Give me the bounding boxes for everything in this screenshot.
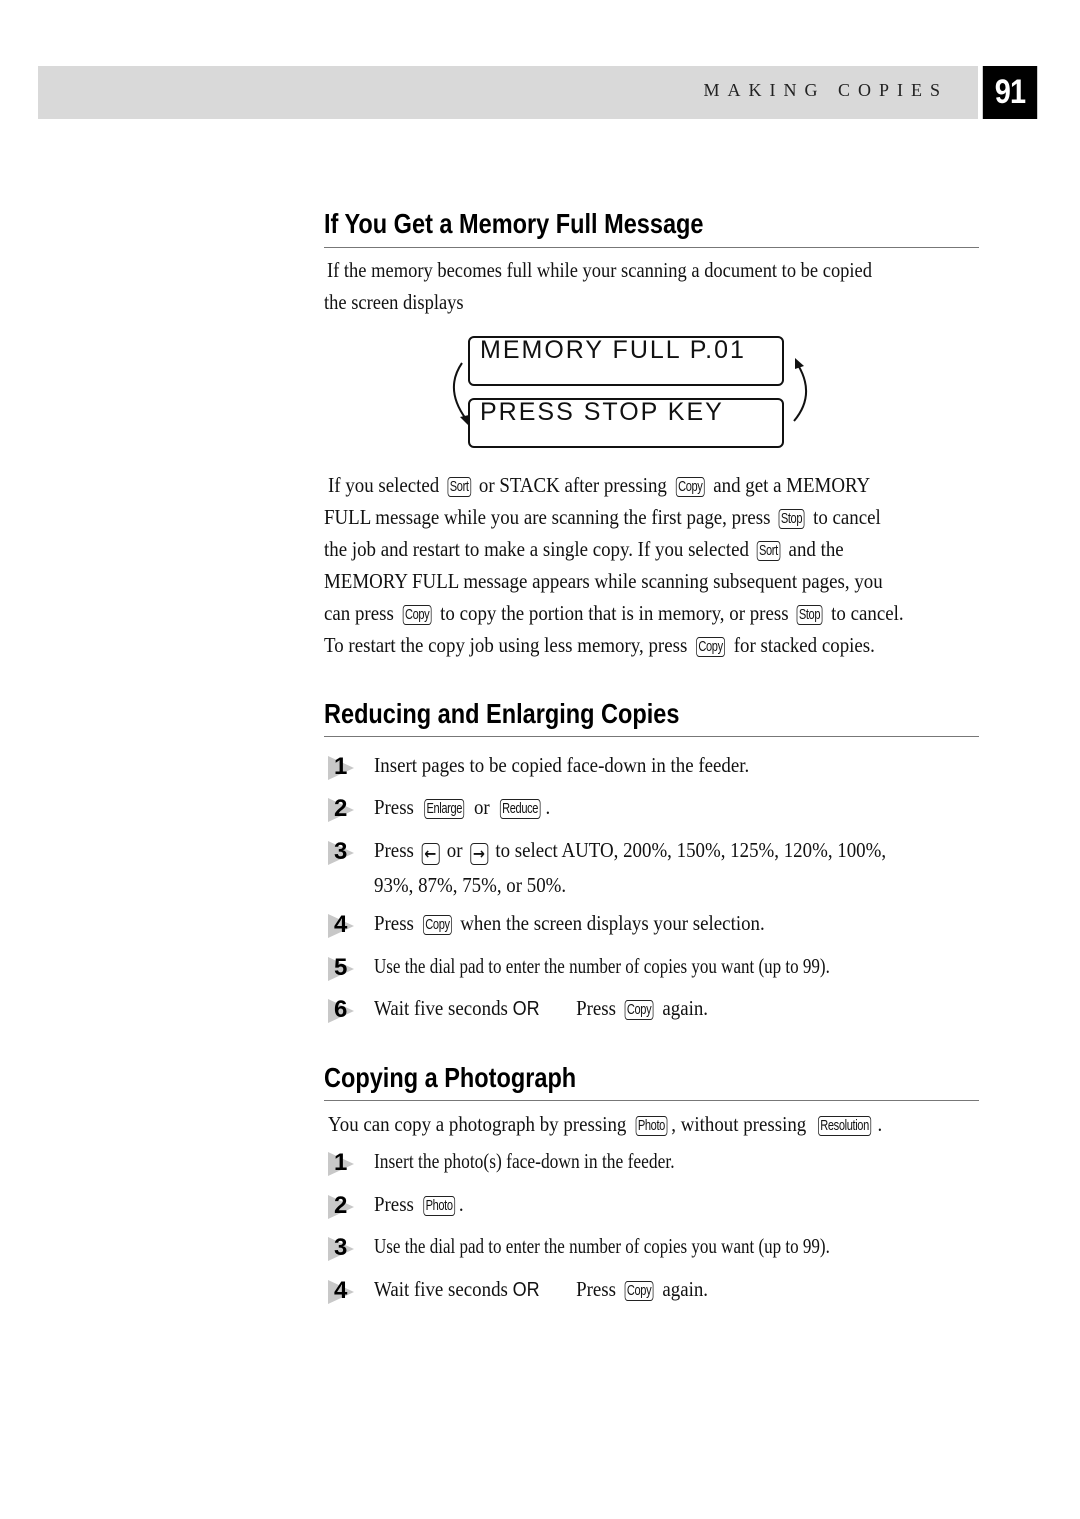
text: the job and restart to make a single cop… (324, 537, 749, 561)
step-number: 3 (334, 1234, 348, 1261)
sort-key: Sort (757, 541, 781, 561)
text: MEMORY FULL message appears while scanni… (324, 569, 883, 593)
stop-key: Stop (778, 509, 805, 529)
lcd-display-line-2: PRESS STOP KEY (468, 398, 784, 448)
step-badge: 4 (326, 1277, 356, 1305)
reduce-key: Reduce (499, 799, 541, 819)
text: again. (662, 996, 709, 1020)
copy-key: Copy (402, 605, 432, 625)
step-number: 5 (334, 954, 348, 981)
step-badge: 2 (326, 795, 356, 823)
text: You can copy a photograph by pressing (328, 1112, 627, 1136)
step-badge: 4 (326, 911, 356, 939)
lcd-text-memory-full: MEMORY FULL P.01 (480, 336, 746, 364)
step-badge: 1 (326, 753, 356, 781)
intro-line-2: the screen displays (324, 290, 464, 314)
text: . (877, 1112, 883, 1136)
memory-full-body: If you selected Sort or STACK after pres… (324, 469, 984, 661)
text: Press (374, 1192, 414, 1216)
text: again. (662, 1277, 709, 1301)
text: Press (576, 1277, 616, 1301)
text: To restart the copy job using less memor… (324, 633, 688, 657)
photo-key: Photo (635, 1116, 667, 1136)
copy-key: Copy (422, 915, 452, 935)
lcd-display-line-1: MEMORY FULL P.01 (468, 336, 784, 386)
cycle-arrow-left-icon (452, 362, 469, 425)
text: Press (374, 795, 414, 819)
photograph-intro: You can copy a photograph by pressing Ph… (324, 1108, 984, 1140)
section-title-reduce-enlarge: Reducing and Enlarging Copies (324, 698, 680, 729)
text: to cancel (813, 505, 881, 529)
text: Wait five seconds (374, 1277, 508, 1301)
text: Press (374, 911, 414, 935)
copy-key: Copy (696, 637, 725, 657)
text: or (446, 838, 463, 862)
text: to select AUTO, 200%, 150%, 125%, 120%, … (495, 838, 887, 862)
step-text: Insert the photo(s) face-down in the fee… (374, 1149, 675, 1173)
section-rule (324, 736, 979, 737)
text: to copy the portion that is in memory, o… (440, 601, 789, 625)
text: . (458, 1192, 464, 1216)
lcd-text-press-stop: PRESS STOP KEY (480, 398, 724, 426)
section-title-photograph: Copying a Photograph (324, 1062, 577, 1093)
step-badge: 2 (326, 1192, 356, 1220)
step-badge: 1 (326, 1149, 356, 1177)
or-label: OR (512, 1279, 540, 1301)
section-rule (324, 247, 979, 248)
step-number: 1 (334, 753, 348, 780)
step-number: 4 (334, 911, 348, 938)
sort-key: Sort (447, 477, 471, 497)
text: . (545, 795, 551, 819)
step-number: 2 (334, 795, 348, 822)
cycle-arrow-right-icon (793, 358, 808, 422)
text: and get a MEMORY (713, 473, 871, 497)
photo-key: Photo (422, 1196, 455, 1216)
right-arrow-key-icon: → (469, 843, 488, 865)
text: for stacked copies. (733, 633, 875, 657)
step-badge: 5 (326, 954, 356, 982)
step-text: 93%, 87%, 75%, or 50%. (374, 873, 567, 897)
step-badge: 3 (326, 1234, 356, 1262)
copy-key: Copy (675, 477, 705, 497)
text: Wait five seconds (374, 996, 508, 1020)
step-number: 6 (334, 996, 348, 1023)
memory-full-intro: If the memory becomes full while your sc… (324, 254, 984, 318)
section-title-memory-full: If You Get a Memory Full Message (324, 208, 704, 239)
text: can press (324, 601, 394, 625)
page-number: 91 (982, 66, 1038, 119)
chapter-title: MAKING COPIES (703, 80, 948, 100)
resolution-key: Resolution (817, 1116, 871, 1136)
intro-line-1: If the memory becomes full while your sc… (327, 258, 873, 282)
copy-key: Copy (624, 1000, 654, 1020)
stop-key: Stop (797, 605, 823, 625)
text: , without pressing (671, 1112, 807, 1136)
enlarge-key: Enlarge (423, 799, 464, 819)
text: Press (374, 838, 414, 862)
step-badge: 3 (326, 838, 356, 866)
step-text: Use the dial pad to enter the number of … (374, 1234, 830, 1258)
text: and the (788, 537, 844, 561)
text: Press (576, 996, 616, 1020)
step-text: Use the dial pad to enter the number of … (374, 954, 830, 978)
step-number: 1 (334, 1149, 348, 1176)
text: FULL message while you are scanning the … (324, 505, 771, 529)
section-rule (324, 1100, 979, 1101)
step-number: 3 (334, 838, 348, 865)
text: when the screen displays your selection. (460, 911, 765, 935)
text: or STACK after pressing (478, 473, 667, 497)
left-arrow-key-icon: ← (421, 843, 440, 865)
copy-key: Copy (624, 1281, 654, 1301)
text: or (473, 795, 490, 819)
step-text: Insert pages to be copied face-down in t… (374, 753, 750, 777)
or-label: OR (512, 998, 540, 1020)
step-number: 2 (334, 1192, 348, 1219)
text: If you selected (328, 473, 440, 497)
step-number: 4 (334, 1277, 348, 1304)
step-badge: 6 (326, 996, 356, 1024)
text: to cancel. (831, 601, 904, 625)
